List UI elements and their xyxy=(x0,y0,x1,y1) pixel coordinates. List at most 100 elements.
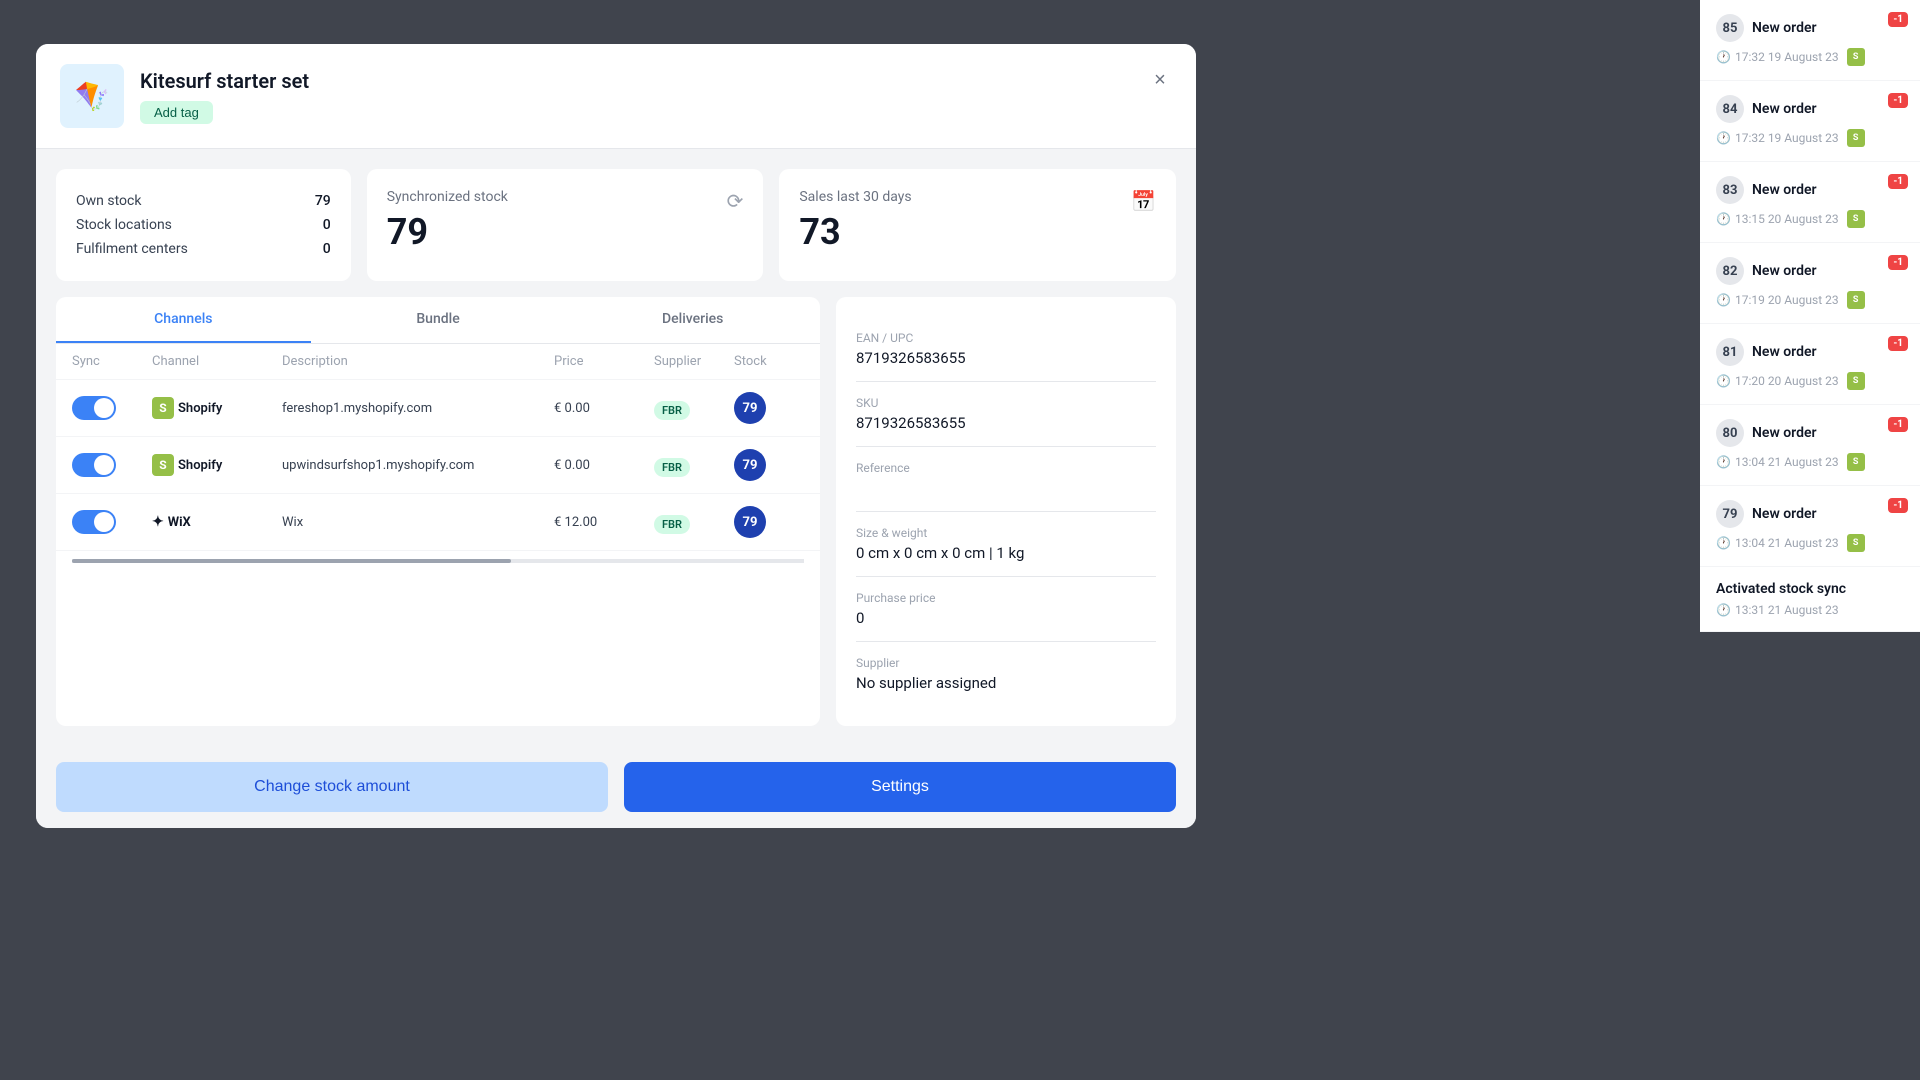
tab-bundle[interactable]: Bundle xyxy=(311,297,566,343)
table-row: S Shopify fereshop1.myshopify.com € 0.00… xyxy=(56,380,820,437)
sync-stock-card: Synchronized stock 79 ⟳ xyxy=(367,169,764,281)
negative-badge-83: -1 xyxy=(1888,174,1908,189)
order-meta-81: 🕐 17:20 20 August 23 S xyxy=(1716,372,1904,390)
order-time-84: 🕐 17:32 19 August 23 xyxy=(1716,131,1839,145)
supplier-section: Supplier No supplier assigned xyxy=(856,642,1156,706)
purchase-price-section: Purchase price 0 xyxy=(856,577,1156,642)
toggle-wix[interactable] xyxy=(72,510,152,534)
table-row: ✦ WiX Wix € 12.00 FBR 79 xyxy=(56,494,820,551)
sidebar: -1 85 New order 🕐 17:32 19 August 23 S -… xyxy=(1700,0,1920,1080)
order-header-84: 84 New order xyxy=(1716,95,1904,123)
ean-section: EAN / UPC 8719326583655 xyxy=(856,317,1156,382)
negative-badge-82: -1 xyxy=(1888,255,1908,270)
channel-desc-3: Wix xyxy=(282,515,554,530)
order-num-79: 79 xyxy=(1716,500,1744,528)
stock-2: 79 xyxy=(734,449,804,481)
order-time-80: 🕐 13:04 21 August 23 xyxy=(1716,455,1839,469)
toggle-fereshop[interactable] xyxy=(72,396,152,420)
activated-meta: 🕐 13:31 21 August 23 xyxy=(1716,603,1904,617)
channel-shopify-2: S Shopify xyxy=(152,454,282,476)
clock-icon-activated: 🕐 xyxy=(1716,603,1731,617)
shopify-badge-79: S xyxy=(1847,534,1865,552)
order-header-80: 80 New order xyxy=(1716,419,1904,447)
supplier-2: FBR xyxy=(654,456,734,475)
negative-badge-85: -1 xyxy=(1888,12,1908,27)
scroll-area xyxy=(56,551,820,571)
modal-body: Own stock 79 Stock locations 0 Fulfilmen… xyxy=(36,149,1196,746)
supplier-detail-label: Supplier xyxy=(856,656,1156,670)
order-card-79[interactable]: -1 79 New order 🕐 13:04 21 August 23 S xyxy=(1700,486,1920,567)
channel-desc-2: upwindsurfshop1.myshopify.com xyxy=(282,458,554,473)
purchase-price-label: Purchase price xyxy=(856,591,1156,605)
table-header: Sync Channel Description Price Supplier … xyxy=(56,344,820,380)
shopify-label-1: Shopify xyxy=(178,401,222,416)
sync-stock-value: 79 xyxy=(387,211,744,253)
toggle-upwindsurf[interactable] xyxy=(72,453,152,477)
order-card-80[interactable]: -1 80 New order 🕐 13:04 21 August 23 S xyxy=(1700,405,1920,486)
order-num-83: 83 xyxy=(1716,176,1744,204)
fulfilment-item: Fulfilment centers 0 xyxy=(76,237,331,261)
order-num-85: 85 xyxy=(1716,14,1744,42)
order-card-83[interactable]: -1 83 New order 🕐 13:15 20 August 23 S xyxy=(1700,162,1920,243)
order-meta-79: 🕐 13:04 21 August 23 S xyxy=(1716,534,1904,552)
product-title: Kitesurf starter set xyxy=(140,69,309,93)
col-channel: Channel xyxy=(152,354,282,369)
modal-header: 🪁 Kitesurf starter set Add tag × xyxy=(36,44,1196,149)
clock-icon-81: 🕐 xyxy=(1716,374,1731,388)
order-time-82: 🕐 17:19 20 August 23 xyxy=(1716,293,1839,307)
col-sync: Sync xyxy=(72,354,152,369)
supplier-3: FBR xyxy=(654,513,734,532)
sales-value: 73 xyxy=(799,211,1156,253)
scroll-thumb xyxy=(72,559,511,563)
col-stock: Stock xyxy=(734,354,804,369)
order-time-79: 🕐 13:04 21 August 23 xyxy=(1716,536,1839,550)
ean-value: 8719326583655 xyxy=(856,349,1156,367)
order-title-85: New order xyxy=(1752,20,1817,36)
tab-deliveries[interactable]: Deliveries xyxy=(565,297,820,343)
order-meta-80: 🕐 13:04 21 August 23 S xyxy=(1716,453,1904,471)
negative-badge-80: -1 xyxy=(1888,417,1908,432)
col-price: Price xyxy=(554,354,654,369)
clock-icon-83: 🕐 xyxy=(1716,212,1731,226)
size-label: Size & weight xyxy=(856,526,1156,540)
order-title-83: New order xyxy=(1752,182,1817,198)
order-num-80: 80 xyxy=(1716,419,1744,447)
shopify-badge-81: S xyxy=(1847,372,1865,390)
fulfilment-label: Fulfilment centers xyxy=(76,241,188,257)
own-stock-label: Own stock xyxy=(76,193,141,209)
fulfilment-value: 0 xyxy=(323,241,331,257)
sales-label: Sales last 30 days xyxy=(799,189,1156,205)
order-card-85[interactable]: -1 85 New order 🕐 17:32 19 August 23 S xyxy=(1700,0,1920,81)
order-title-82: New order xyxy=(1752,263,1817,279)
order-num-82: 82 xyxy=(1716,257,1744,285)
details-panel: EAN / UPC 8719326583655 SKU 871932658365… xyxy=(836,297,1176,726)
product-modal: 🪁 Kitesurf starter set Add tag × Own sto… xyxy=(36,44,1196,828)
col-supplier: Supplier xyxy=(654,354,734,369)
order-card-82[interactable]: -1 82 New order 🕐 17:19 20 August 23 S xyxy=(1700,243,1920,324)
sync-stock-label: Synchronized stock xyxy=(387,189,744,205)
change-stock-button[interactable]: Change stock amount xyxy=(56,762,608,812)
main-content: Channels Bundle Deliveries Sync Channel … xyxy=(56,297,1176,726)
order-header-83: 83 New order xyxy=(1716,176,1904,204)
ean-label: EAN / UPC xyxy=(856,331,1156,345)
tab-channels[interactable]: Channels xyxy=(56,297,311,343)
order-title-79: New order xyxy=(1752,506,1817,522)
shopify-badge-82: S xyxy=(1847,291,1865,309)
price-1: € 0.00 xyxy=(554,401,654,416)
price-3: € 12.00 xyxy=(554,515,654,530)
close-button[interactable]: × xyxy=(1144,64,1176,96)
reference-value xyxy=(856,479,1156,497)
scroll-indicator xyxy=(72,559,804,563)
settings-button[interactable]: Settings xyxy=(624,762,1176,812)
reference-section: Reference xyxy=(856,447,1156,512)
add-tag-button[interactable]: Add tag xyxy=(140,101,213,124)
reference-label: Reference xyxy=(856,461,1156,475)
shopify-badge-80: S xyxy=(1847,453,1865,471)
order-card-81[interactable]: -1 81 New order 🕐 17:20 20 August 23 S xyxy=(1700,324,1920,405)
clock-icon-80: 🕐 xyxy=(1716,455,1731,469)
shopify-badge-85: S xyxy=(1847,48,1865,66)
stock-locations-value: 0 xyxy=(323,217,331,233)
order-title-81: New order xyxy=(1752,344,1817,360)
channel-desc-1: fereshop1.myshopify.com xyxy=(282,401,554,416)
order-card-84[interactable]: -1 84 New order 🕐 17:32 19 August 23 S xyxy=(1700,81,1920,162)
